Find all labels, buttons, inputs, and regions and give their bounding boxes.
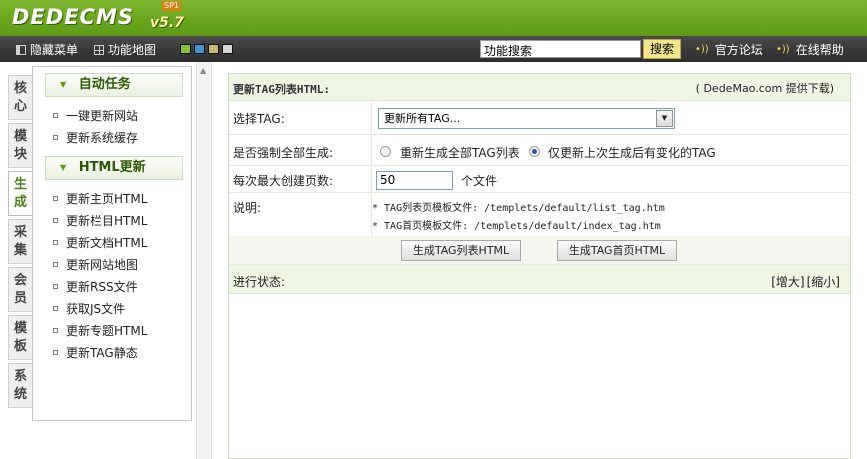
hide-menu-label: 隐藏菜单 xyxy=(30,43,79,57)
radio-regenerate-all[interactable] xyxy=(380,146,391,157)
version-label: v5.7 xyxy=(150,15,184,31)
function-map-label: 功能地图 xyxy=(108,43,157,57)
tab-generate[interactable]: 生成 xyxy=(8,171,32,216)
menu-group-title: HTML更新 xyxy=(78,160,146,175)
menu-group-auto-tasks[interactable]: ▼ 自动任务 xyxy=(45,73,183,97)
skin-tan-swatch[interactable] xyxy=(208,44,219,54)
bullet-icon xyxy=(53,135,58,140)
note-list-template: * TAG列表页模板文件: /templets/default/list_tag… xyxy=(372,203,665,214)
max-pages-input[interactable]: 50 xyxy=(376,171,453,190)
enlarge-link[interactable]: [增大] xyxy=(771,273,804,290)
menu-item-special-html[interactable]: 更新专题HTML xyxy=(53,322,147,339)
bullet-icon xyxy=(53,306,58,311)
select-tag-label: 选择TAG: xyxy=(233,112,285,126)
tab-system[interactable]: 系统 xyxy=(8,363,32,408)
hide-menu-icon xyxy=(16,44,26,55)
skin-blue-swatch[interactable] xyxy=(194,44,205,54)
skin-green-swatch[interactable] xyxy=(180,44,191,54)
status-resize-links: [增大] [缩小] xyxy=(771,273,840,290)
top-toolbar: 隐藏菜单 功能地图 功能搜索 搜索 •)) 官方论坛 •)) 在线帮助 xyxy=(0,36,867,62)
menu-group-title: 自动任务 xyxy=(78,77,131,92)
tab-template[interactable]: 模板 xyxy=(8,315,32,360)
menu-item-rss[interactable]: 更新RSS文件 xyxy=(53,278,138,295)
max-pages-row: 每次最大创建页数: 50 个文件 xyxy=(229,167,850,193)
notes-row: 说明: * TAG列表页模板文件: /templets/default/list… xyxy=(229,194,850,236)
row-divider xyxy=(371,136,372,165)
collapse-arrow-icon[interactable]: ▲ xyxy=(200,66,206,75)
signal-icon: •)) xyxy=(776,44,790,55)
menu-item-update-cache[interactable]: 更新系统缓存 xyxy=(53,129,138,146)
left-menu-panel: ▼ 自动任务 一键更新网站 更新系统缓存 ▼ HTML更新 更新主页HTML 更… xyxy=(32,66,192,421)
menu-item-update-site[interactable]: 一键更新网站 xyxy=(53,107,138,124)
skin-grey-swatch[interactable] xyxy=(222,44,233,54)
menu-item-js[interactable]: 获取JS文件 xyxy=(53,300,125,317)
tab-module[interactable]: 模块 xyxy=(8,123,32,168)
bullet-icon xyxy=(53,350,58,355)
page-title: 更新TAG列表HTML: xyxy=(233,83,330,96)
radio-update-changed-label[interactable]: 仅更新上次生成后有变化的TAG xyxy=(548,144,716,161)
generate-tag-index-button[interactable]: 生成TAG首页HTML xyxy=(557,240,677,261)
bullet-icon xyxy=(53,284,58,289)
force-generate-row: 是否强制全部生成: 重新生成全部TAG列表 仅更新上次生成后有变化的TAG xyxy=(229,136,850,166)
dropdown-arrow-icon[interactable]: ▼ xyxy=(656,110,673,127)
tab-collect[interactable]: 采集 xyxy=(8,219,32,264)
top-banner: DEDECMS v5.7 SP1 xyxy=(0,0,867,36)
function-search-input[interactable]: 功能搜索 xyxy=(480,40,641,58)
force-generate-label: 是否强制全部生成: xyxy=(233,146,334,160)
menu-item-tag-static[interactable]: 更新TAG静态 xyxy=(53,344,138,361)
search-button[interactable]: 搜索 xyxy=(643,39,681,59)
function-map-button[interactable]: 功能地图 xyxy=(94,41,156,58)
bullet-icon xyxy=(53,240,58,245)
official-forum-link[interactable]: •)) 官方论坛 xyxy=(695,41,763,58)
max-pages-unit: 个文件 xyxy=(461,174,498,188)
dedecms-logo: DEDECMS xyxy=(12,5,134,29)
signal-icon: •)) xyxy=(695,44,709,55)
hide-menu-button[interactable]: 隐藏菜单 xyxy=(16,41,78,58)
generate-tag-list-button[interactable]: 生成TAG列表HTML xyxy=(401,240,521,261)
function-map-icon xyxy=(94,44,104,55)
bullet-icon xyxy=(53,262,58,267)
vertical-tabs: 核心 模块 生成 采集 会员 模板 系统 xyxy=(8,75,32,411)
bullet-icon xyxy=(53,196,58,201)
tab-core[interactable]: 核心 xyxy=(8,75,32,120)
menu-item-sitemap[interactable]: 更新网站地图 xyxy=(53,256,138,273)
status-label: 进行状态: xyxy=(233,275,286,289)
tag-select[interactable]: 更新所有TAG... ▼ xyxy=(378,108,675,129)
progress-status-bar: 进行状态: [增大] [缩小] xyxy=(229,265,850,294)
panel-splitter[interactable]: ▲ xyxy=(196,62,212,459)
menu-item-home-html[interactable]: 更新主页HTML xyxy=(53,190,147,207)
tab-member[interactable]: 会员 xyxy=(8,267,32,312)
select-tag-row: 选择TAG: 更新所有TAG... ▼ xyxy=(229,102,850,135)
sp-badge: SP1 xyxy=(162,1,181,11)
download-link[interactable]: ( DedeMao.com 提供下载) xyxy=(696,80,834,96)
radio-regenerate-all-label[interactable]: 重新生成全部TAG列表 xyxy=(400,144,520,161)
bullet-icon xyxy=(53,218,58,223)
collapse-triangle-icon: ▼ xyxy=(60,163,67,172)
radio-update-changed[interactable] xyxy=(529,146,540,157)
action-buttons-row: 生成TAG列表HTML 生成TAG首页HTML xyxy=(229,236,850,265)
bullet-icon xyxy=(53,113,58,118)
official-forum-label: 官方论坛 xyxy=(714,43,763,57)
note-index-template: * TAG首页模板文件: /templets/default/index_tag… xyxy=(372,221,661,232)
main-panel: 更新TAG列表HTML: ( DedeMao.com 提供下载) 选择TAG: … xyxy=(228,73,851,459)
row-divider xyxy=(371,167,372,192)
shrink-link[interactable]: [缩小] xyxy=(807,273,840,290)
online-help-label: 在线帮助 xyxy=(795,43,844,57)
row-divider xyxy=(371,102,372,134)
notes-label: 说明: xyxy=(233,201,262,215)
menu-group-html-update[interactable]: ▼ HTML更新 xyxy=(45,156,183,180)
menu-item-doc-html[interactable]: 更新文档HTML xyxy=(53,234,147,251)
menu-item-column-html[interactable]: 更新栏目HTML xyxy=(53,212,147,229)
collapse-triangle-icon: ▼ xyxy=(60,80,67,89)
online-help-link[interactable]: •)) 在线帮助 xyxy=(776,41,844,58)
bullet-icon xyxy=(53,328,58,333)
skin-switcher xyxy=(180,44,233,54)
main-title-bar: 更新TAG列表HTML: ( DedeMao.com 提供下载) xyxy=(229,74,850,101)
max-pages-label: 每次最大创建页数: xyxy=(233,174,334,188)
